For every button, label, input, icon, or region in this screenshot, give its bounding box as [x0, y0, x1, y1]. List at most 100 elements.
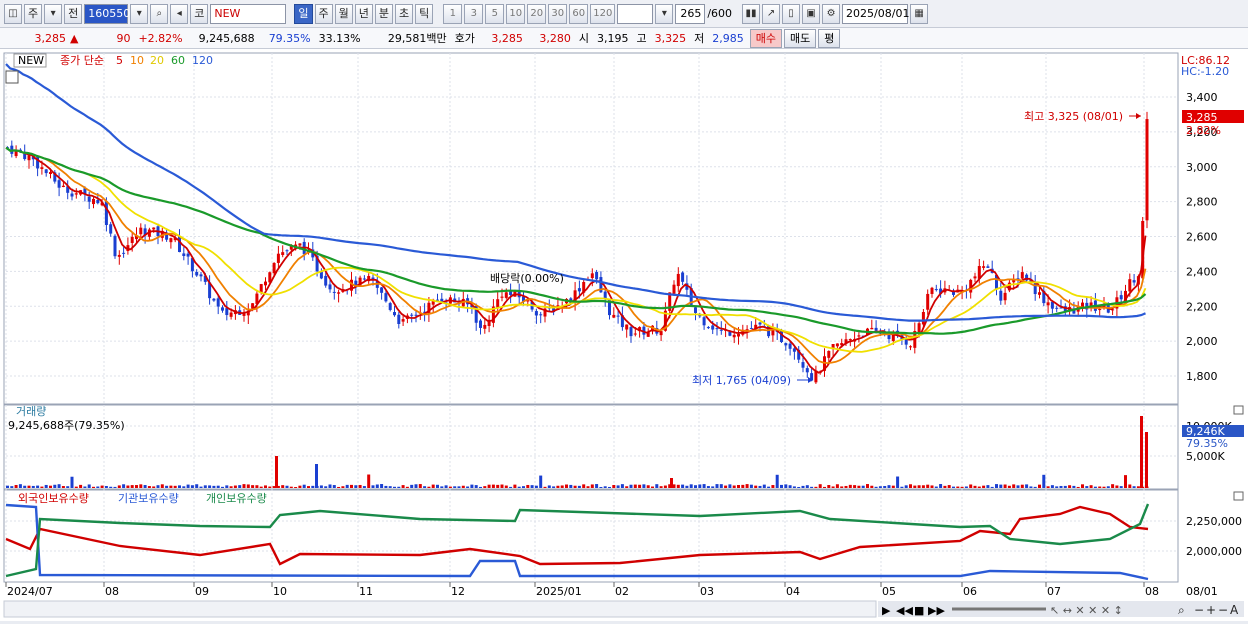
- volume-bar: [328, 484, 332, 488]
- candle-body: [719, 329, 723, 331]
- volume-bar: [767, 486, 771, 488]
- ma-legend-label: 종가 단순: [60, 54, 104, 67]
- candle-body: [930, 287, 934, 294]
- interval-5[interactable]: 5: [485, 3, 505, 24]
- volume-close-icon[interactable]: [1233, 405, 1244, 415]
- candle-body: [178, 236, 181, 253]
- ko-button[interactable]: 코: [190, 3, 209, 24]
- interval-3[interactable]: 3: [464, 3, 484, 24]
- period-week[interactable]: 주: [314, 3, 333, 24]
- price-panel-frame: [3, 52, 1179, 405]
- speaker-icon[interactable]: ◂: [170, 3, 189, 24]
- candle-body: [921, 312, 925, 325]
- candle-body: [212, 298, 216, 301]
- holding-close-icon[interactable]: [1233, 491, 1244, 501]
- count-input[interactable]: 265: [675, 3, 706, 24]
- period-minute[interactable]: 분: [374, 3, 393, 24]
- volume-bar: [483, 486, 487, 488]
- ma-line-20: [5, 146, 1147, 353]
- candle-body: [483, 324, 487, 329]
- layout-icon[interactable]: ◫: [4, 3, 22, 24]
- eval-button[interactable]: 평: [818, 28, 841, 48]
- search-icon[interactable]: ⌕: [150, 3, 169, 24]
- volume-bar: [229, 486, 233, 488]
- lock-icon[interactable]: ▯: [782, 3, 801, 24]
- candle-body: [380, 287, 384, 293]
- period-day[interactable]: 일: [294, 3, 313, 24]
- interval-120[interactable]: 120: [590, 3, 616, 24]
- candle-type-icon[interactable]: ▮▮: [742, 3, 761, 24]
- interval-custom-input[interactable]: [617, 3, 654, 24]
- ma-legend-120: 120: [192, 54, 213, 67]
- candle-body: [1038, 292, 1041, 295]
- volume-bar: [990, 486, 994, 488]
- volume-bar: [780, 484, 783, 488]
- volume-bar: [552, 486, 556, 488]
- buy-button[interactable]: 매수: [749, 28, 782, 48]
- interval-20[interactable]: 20: [527, 3, 547, 24]
- volume-bar: [259, 486, 263, 488]
- volume-bar: [384, 485, 388, 488]
- scroll-forward-icon[interactable]: ▶: [882, 604, 891, 617]
- volume-title: 거래량: [16, 405, 46, 418]
- interval-30[interactable]: 30: [548, 3, 568, 24]
- volume-bar: [397, 486, 401, 488]
- volume-bar: [367, 474, 371, 488]
- volume-bar: [823, 486, 826, 488]
- volume-bar: [1038, 484, 1041, 488]
- volume-bar: [53, 484, 57, 488]
- font-size-icon[interactable]: A: [1230, 603, 1239, 617]
- volume-bar: [986, 485, 990, 488]
- code-input[interactable]: 160550: [84, 3, 130, 24]
- legend-individual: 개인보유수량: [206, 492, 267, 505]
- zoom-icon[interactable]: ⌕: [1178, 603, 1185, 617]
- table-icon[interactable]: [5, 70, 19, 84]
- date-input[interactable]: 2025/08/01: [842, 3, 909, 24]
- period-second[interactable]: 초: [395, 3, 414, 24]
- scroll-last-icon[interactable]: ▶▶: [928, 604, 945, 617]
- stop-icon[interactable]: ■: [914, 604, 924, 617]
- zoom-plus-icon[interactable]: +: [1206, 603, 1216, 617]
- volume-tag-pct: 79.35%: [1186, 437, 1228, 450]
- scroll-first-icon[interactable]: ◀◀: [896, 604, 913, 617]
- code-dropdown-icon[interactable]: ▾: [130, 3, 149, 24]
- sell-button[interactable]: 매도: [783, 28, 817, 48]
- chevron-down-icon[interactable]: ▾: [44, 3, 63, 24]
- zoom-minus-icon[interactable]: −: [1194, 603, 1204, 617]
- jeon-button[interactable]: 전: [64, 3, 83, 24]
- volume-bar: [556, 485, 560, 488]
- candle-body: [681, 272, 685, 282]
- name-field[interactable]: NEW: [210, 3, 287, 24]
- period-month[interactable]: 월: [334, 3, 353, 24]
- volume-bar: [956, 486, 960, 488]
- volume-bar: [599, 486, 603, 488]
- volume-bar: [625, 486, 629, 488]
- save-icon[interactable]: ▣: [802, 3, 821, 24]
- drawing-tools-icon[interactable]: ↖ ↔ ✕ ✕ ✕ ↕: [1050, 604, 1123, 617]
- period-tick[interactable]: 틱: [415, 3, 434, 24]
- horizontal-scrollbar[interactable]: [3, 600, 877, 618]
- chart-area[interactable]: 3,400 3,200 3,000 2,800 2,600 2,400 2,200 2,000…: [0, 49, 1248, 621]
- candle-body: [92, 198, 95, 205]
- drawing-tool-icon[interactable]: ↗: [762, 3, 781, 24]
- interval-10[interactable]: 10: [506, 3, 526, 24]
- interval-dropdown-icon[interactable]: ▾: [655, 3, 674, 24]
- candle-body: [281, 252, 285, 255]
- interval-60[interactable]: 60: [569, 3, 589, 24]
- volume-bar: [517, 486, 521, 488]
- gear-icon[interactable]: ⚙: [822, 3, 841, 24]
- collapse-icon[interactable]: −: [1218, 603, 1228, 617]
- market-select[interactable]: 주: [24, 3, 43, 24]
- volume-spike: [670, 478, 673, 488]
- volume-bar: [405, 486, 409, 488]
- period-year[interactable]: 년: [354, 3, 373, 24]
- candle-body: [186, 253, 190, 257]
- ma-line-5: [5, 146, 1147, 374]
- volume-bar: [977, 486, 981, 488]
- volume-bar: [724, 485, 728, 488]
- interval-1[interactable]: 1: [443, 3, 463, 24]
- open-label: 시: [578, 32, 589, 45]
- calendar-icon[interactable]: ▦: [910, 3, 929, 24]
- candle-body: [74, 193, 78, 195]
- volume-bar: [1124, 475, 1127, 488]
